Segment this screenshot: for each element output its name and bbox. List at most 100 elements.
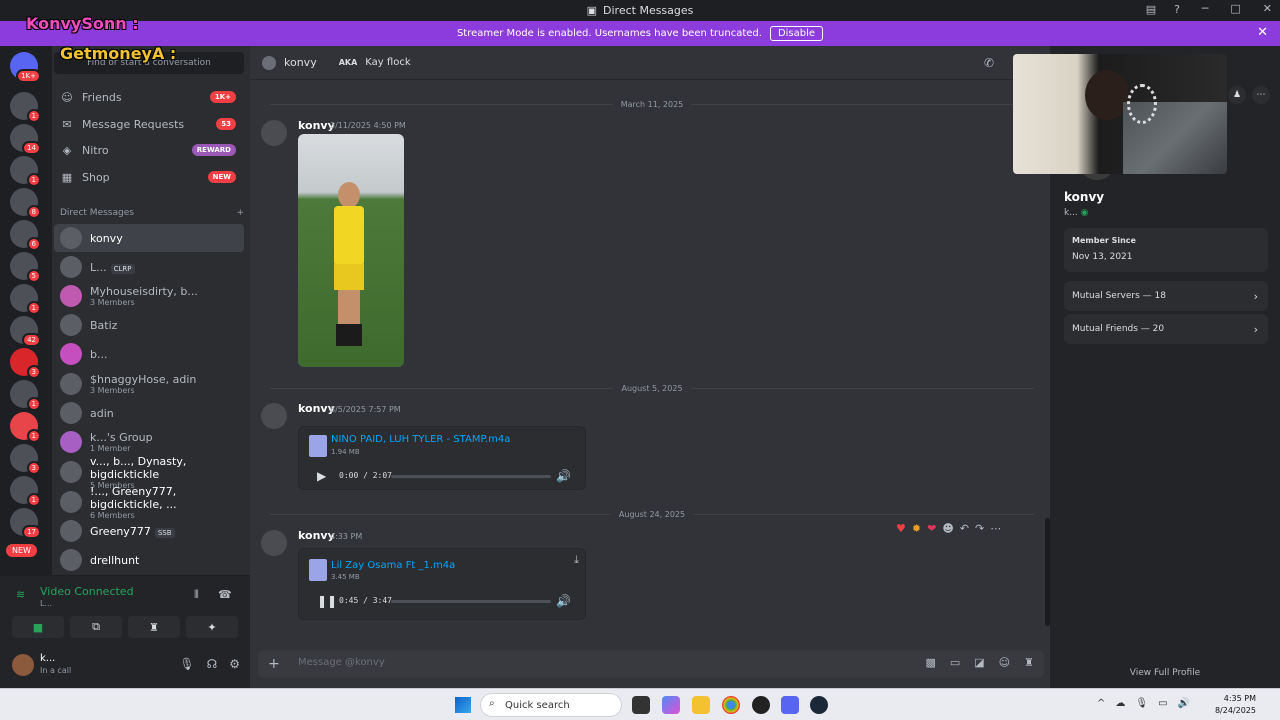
audio-seek-bar[interactable] [391,600,551,603]
file-name[interactable]: NINO PAID, LUH TYLER - STAMP.m4a [331,434,510,445]
taskbar-search[interactable]: ⌕ Quick search [480,693,622,717]
copilot-icon[interactable] [662,696,680,714]
more-options-icon[interactable]: ⋯ [1252,86,1270,104]
gif-icon[interactable]: ▭ [950,656,960,669]
discord-taskbar-icon[interactable] [781,696,799,714]
dm-item[interactable]: b... [54,340,244,368]
heart-reaction-icon[interactable]: ❤ [927,522,936,535]
image-attachment[interactable] [298,134,404,367]
new-servers-pill[interactable]: NEW [6,544,37,557]
chrome-icon[interactable] [722,696,740,714]
mutual-friends-row[interactable]: Mutual Friends — 20 › [1064,314,1268,344]
task-view-icon[interactable] [632,696,650,714]
minimize-icon[interactable]: ─ [1202,2,1209,15]
disable-streamer-button[interactable]: Disable [769,26,824,41]
screenshare-button[interactable]: ⧉ [70,616,122,638]
dm-item[interactable]: drellhunt [54,546,244,574]
play-icon[interactable]: ▶ [317,469,326,483]
message-avatar[interactable] [261,403,287,429]
add-friend-icon[interactable]: ♟ [1228,86,1246,104]
server-icon[interactable]: 14 [10,124,41,155]
app-icon[interactable] [752,696,770,714]
audio-seek-bar[interactable] [391,475,551,478]
volume-icon[interactable]: 🔊 [556,469,571,483]
steam-icon[interactable] [810,696,828,714]
more-icon[interactable]: ⋯ [990,522,1001,535]
maximize-icon[interactable]: □ [1230,2,1240,15]
nav-shop[interactable]: ▦ Shop NEW [54,165,244,189]
download-icon[interactable]: ⤓ [574,553,579,567]
reaction-icon[interactable]: ♥ [896,522,906,535]
server-icon[interactable]: 1 [10,156,41,187]
file-explorer-icon[interactable] [692,696,710,714]
apps-icon[interactable]: ♜ [1024,656,1034,669]
add-reaction-icon[interactable]: ☻ [942,522,953,535]
gift-icon[interactable]: ▩ [925,656,935,669]
settings-icon[interactable]: ⚙ [229,657,240,671]
dm-item[interactable]: adin [54,399,244,427]
pause-icon[interactable]: ❚❚ [317,594,337,608]
display-icon[interactable]: ▭ [1158,698,1167,709]
home-server-icon[interactable]: 1K+ [10,52,41,83]
reply-icon[interactable]: ↶ [960,522,969,535]
mutual-servers-row[interactable]: Mutual Servers — 18 › [1064,281,1268,311]
cloud-icon[interactable]: ☁ [1115,698,1125,709]
mic-icon[interactable]: 🎙 [179,657,194,671]
dm-item[interactable]: Myhouseisdirty, b... 3 Members [54,282,244,310]
dm-item-konvy[interactable]: konvy [54,224,244,252]
server-icon[interactable]: 8 [10,188,41,219]
server-icon[interactable]: 3 [10,444,41,475]
mic-tray-icon[interactable]: 🎙 [1135,698,1148,709]
volume-tray-icon[interactable]: 🔊 [1178,698,1190,709]
user-avatar[interactable] [12,654,34,676]
signal-icon[interactable]: ≋ [16,588,25,601]
nav-message-requests[interactable]: ✉ Message Requests 53 [54,112,244,136]
view-full-profile-link[interactable]: View Full Profile [1050,668,1280,678]
volume-icon[interactable]: 🔊 [556,594,571,608]
noise-suppression-icon[interactable]: ⦀ [194,588,199,602]
headset-icon[interactable]: ☊ [207,657,218,671]
disconnect-icon[interactable]: ☎ [218,588,232,601]
dm-item[interactable]: Batiz [54,311,244,339]
message-avatar[interactable] [261,120,287,146]
server-icon[interactable]: 1 [10,284,41,315]
activity-button[interactable]: ♜ [128,616,180,638]
forward-icon[interactable]: ↷ [975,522,984,535]
server-icon[interactable]: 1 [10,412,41,443]
camera-button[interactable]: ■ [12,616,64,638]
inbox-icon[interactable]: ▤ [1146,3,1156,16]
dm-item[interactable]: !..., Greeny777, bigdicktickle, ... 6 Mem… [54,485,244,520]
close-icon[interactable]: ✕ [1263,2,1272,15]
dm-item[interactable]: v..., b..., Dynasty, bigdicktickle 5 Memb… [54,455,244,490]
dm-item[interactable]: $hnaggyHose, adin 3 Members [54,370,244,398]
soundboard-button[interactable]: ✦ [186,616,238,638]
composer-placeholder[interactable]: Message @konvy [298,657,385,668]
create-dm-icon[interactable]: + [236,208,244,218]
server-icon[interactable]: 1 [10,380,41,411]
message-composer[interactable]: + Message @konvy ▩ ▭ ◪ ☺ ♜ [258,650,1044,678]
server-icon[interactable]: 6 [10,220,41,251]
upload-plus-icon[interactable]: + [268,656,280,672]
nav-nitro[interactable]: ◈ Nitro REWARD [54,138,244,162]
voice-call-icon[interactable]: ✆ [984,56,994,70]
server-icon[interactable]: 42 [10,316,41,347]
server-icon[interactable]: 5 [10,252,41,283]
message-avatar[interactable] [261,530,287,556]
emoji-icon[interactable]: ☺ [999,656,1010,669]
server-icon[interactable]: 1 [10,92,41,123]
system-clock[interactable]: 4:35 PM 8/24/2025 [1215,693,1256,717]
nav-friends[interactable]: ☺ Friends 1K+ [54,85,244,109]
dm-item[interactable]: L... CLRP [54,253,244,281]
server-icon[interactable]: 1 [10,476,41,507]
dm-item[interactable]: Greeny777 SSB [54,517,244,545]
server-icon[interactable]: 3 [10,348,41,379]
file-name[interactable]: Lil Zay Osama Ft _1.m4a [331,560,455,571]
fire-reaction-icon[interactable]: ✹ [912,522,921,535]
close-banner-icon[interactable]: ✕ [1257,25,1268,40]
help-icon[interactable]: ? [1174,3,1180,16]
server-icon[interactable]: 17 [10,508,41,539]
windows-start-icon[interactable] [455,697,471,713]
sticker-icon[interactable]: ◪ [974,656,984,669]
chevron-up-icon[interactable]: ^ [1097,698,1105,709]
dm-item[interactable]: k...'s Group 1 Member [54,428,244,456]
